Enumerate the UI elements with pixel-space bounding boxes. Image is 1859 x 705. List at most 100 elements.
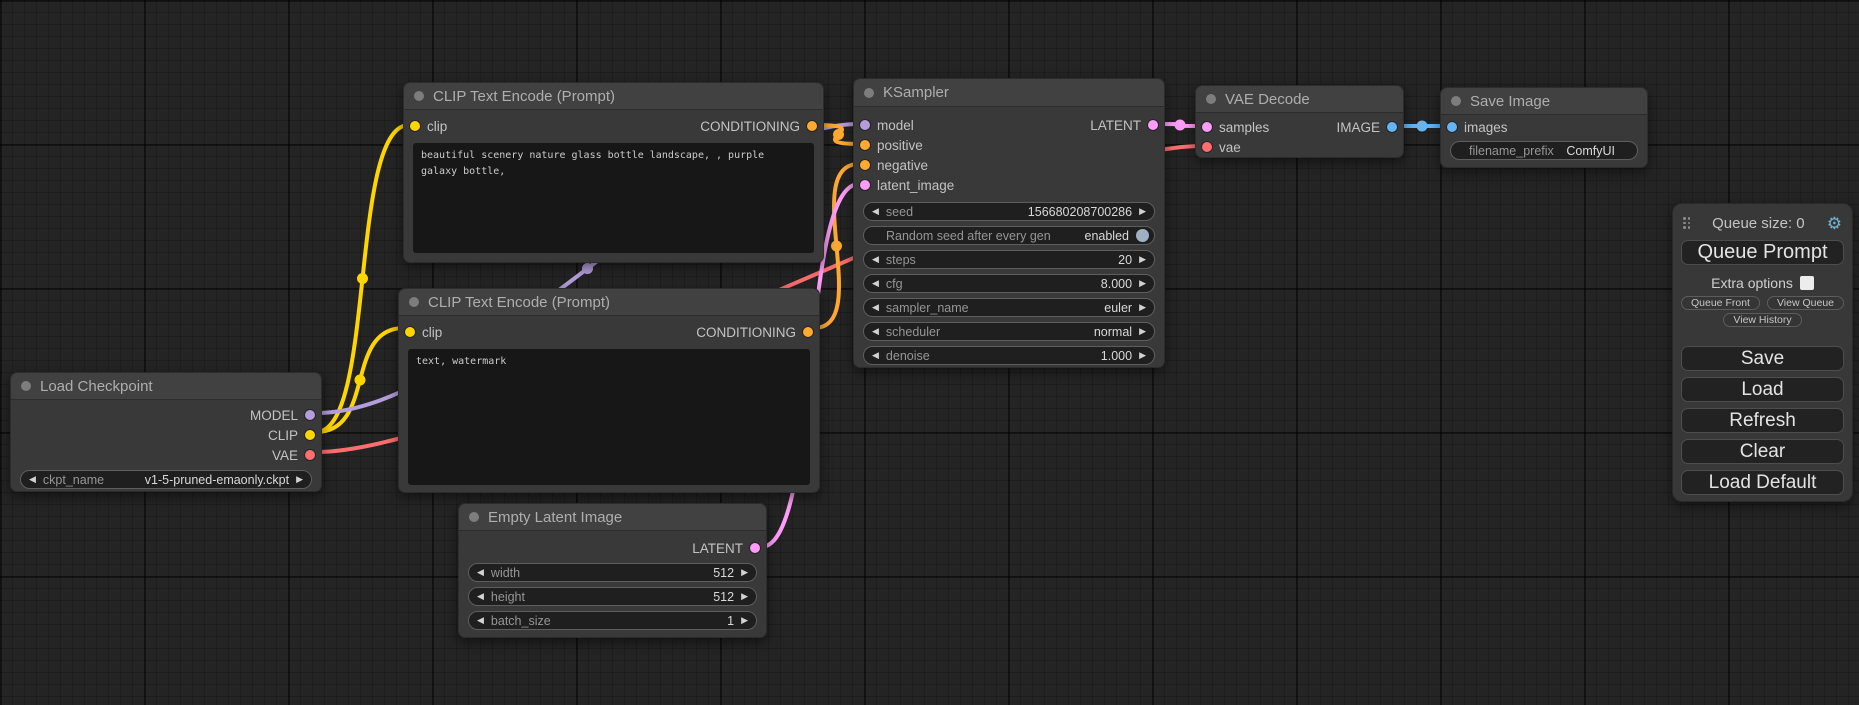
right-arrow-icon[interactable]: ▶ <box>296 475 303 484</box>
view-history-button[interactable]: View History <box>1723 313 1801 327</box>
latent-output-slot[interactable] <box>750 543 760 553</box>
clip-input-slot[interactable] <box>405 327 415 337</box>
left-arrow-icon[interactable]: ◀ <box>872 303 879 312</box>
negative-input-slot[interactable] <box>860 160 870 170</box>
node-title-bar[interactable]: Empty Latent Image <box>459 504 766 531</box>
input-slot-label: samples <box>1219 120 1269 135</box>
widget-label: ckpt_name <box>43 473 104 487</box>
widget-width[interactable]: ◀ width 512 ▶ <box>468 563 757 582</box>
left-arrow-icon[interactable]: ◀ <box>872 351 879 360</box>
node-clip-text-encode-negative[interactable]: CLIP Text Encode (Prompt) clip CONDITION… <box>398 288 820 493</box>
left-arrow-icon[interactable]: ◀ <box>477 568 484 577</box>
left-arrow-icon[interactable]: ◀ <box>29 475 36 484</box>
right-arrow-icon[interactable]: ▶ <box>1139 327 1146 336</box>
widget-value: enabled <box>1085 229 1130 243</box>
model-output-slot[interactable] <box>305 410 315 420</box>
widget-label: seed <box>886 205 913 219</box>
latent-image-input-slot[interactable] <box>860 180 870 190</box>
widget-steps[interactable]: ◀ steps 20 ▶ <box>863 250 1155 269</box>
toggle-knob-icon[interactable] <box>1136 229 1149 242</box>
conditioning-output-slot[interactable] <box>803 327 813 337</box>
node-clip-text-encode-positive[interactable]: CLIP Text Encode (Prompt) clip CONDITION… <box>403 82 824 263</box>
collapse-dot-icon[interactable] <box>864 88 874 98</box>
right-arrow-icon[interactable]: ▶ <box>1139 351 1146 360</box>
view-queue-button[interactable]: View Queue <box>1767 296 1844 310</box>
node-empty-latent-image[interactable]: Empty Latent Image LATENT ◀ width 512 ▶ … <box>458 503 767 638</box>
images-input-slot[interactable] <box>1447 122 1457 132</box>
node-title-bar[interactable]: Save Image <box>1441 88 1647 115</box>
right-arrow-icon[interactable]: ▶ <box>1139 207 1146 216</box>
left-arrow-icon[interactable]: ◀ <box>872 255 879 264</box>
input-slot-label: model <box>877 118 914 133</box>
widget-filename-prefix[interactable]: filename_prefix ComfyUI <box>1450 141 1638 160</box>
widget-seed[interactable]: ◀ seed 156680208700286 ▶ <box>863 202 1155 221</box>
queue-size-label: Queue size: 0 <box>1712 215 1805 232</box>
prompt-textarea[interactable]: beautiful scenery nature glass bottle la… <box>413 143 814 253</box>
widget-value: 512 <box>713 566 734 580</box>
drag-handle-icon[interactable] <box>1683 217 1690 229</box>
collapse-dot-icon[interactable] <box>1206 94 1216 104</box>
gear-icon[interactable]: ⚙ <box>1827 215 1842 232</box>
input-slot-label: positive <box>877 138 923 153</box>
load-button[interactable]: Load <box>1681 377 1844 402</box>
widget-cfg[interactable]: ◀ cfg 8.000 ▶ <box>863 274 1155 293</box>
node-save-image[interactable]: Save Image images filename_prefix ComfyU… <box>1440 87 1648 168</box>
queue-prompt-button[interactable]: Queue Prompt <box>1681 240 1844 265</box>
right-arrow-icon[interactable]: ▶ <box>1139 279 1146 288</box>
node-title-bar[interactable]: VAE Decode <box>1196 86 1403 113</box>
model-input-slot[interactable] <box>860 120 870 130</box>
collapse-dot-icon[interactable] <box>414 91 424 101</box>
input-slot-label: images <box>1464 120 1508 135</box>
left-arrow-icon[interactable]: ◀ <box>477 592 484 601</box>
collapse-dot-icon[interactable] <box>469 512 479 522</box>
node-title: KSampler <box>883 84 949 101</box>
clip-input-slot[interactable] <box>410 121 420 131</box>
image-output-slot[interactable] <box>1387 122 1397 132</box>
clip-output-slot[interactable] <box>305 430 315 440</box>
latent-output-slot[interactable] <box>1148 120 1158 130</box>
load-default-button[interactable]: Load Default <box>1681 470 1844 495</box>
right-arrow-icon[interactable]: ▶ <box>741 592 748 601</box>
collapse-dot-icon[interactable] <box>21 381 31 391</box>
input-slot-label: vae <box>1219 140 1241 155</box>
left-arrow-icon[interactable]: ◀ <box>477 616 484 625</box>
extra-options-checkbox[interactable] <box>1800 276 1814 290</box>
widget-random-seed-toggle[interactable]: Random seed after every gen enabled <box>863 226 1155 245</box>
node-title-bar[interactable]: CLIP Text Encode (Prompt) <box>404 83 823 110</box>
collapse-dot-icon[interactable] <box>1451 96 1461 106</box>
right-arrow-icon[interactable]: ▶ <box>741 616 748 625</box>
node-vae-decode[interactable]: VAE Decode samples vae IMAGE <box>1195 85 1404 158</box>
save-button[interactable]: Save <box>1681 346 1844 371</box>
collapse-dot-icon[interactable] <box>409 297 419 307</box>
positive-input-slot[interactable] <box>860 140 870 150</box>
clear-button[interactable]: Clear <box>1681 439 1844 464</box>
refresh-button[interactable]: Refresh <box>1681 408 1844 433</box>
widget-denoise[interactable]: ◀ denoise 1.000 ▶ <box>863 346 1155 365</box>
output-slot-label: VAE <box>272 448 298 463</box>
widget-value: euler <box>1104 301 1132 315</box>
node-ksampler[interactable]: KSampler model positive negative latent_… <box>853 78 1165 368</box>
widget-batch-size[interactable]: ◀ batch_size 1 ▶ <box>468 611 757 630</box>
widget-value: ComfyUI <box>1566 144 1629 158</box>
queue-front-button[interactable]: Queue Front <box>1681 296 1760 310</box>
conditioning-output-slot[interactable] <box>807 121 817 131</box>
widget-ckpt-name[interactable]: ◀ ckpt_name v1-5-pruned-emaonly.ckpt ▶ <box>20 470 312 489</box>
widget-scheduler[interactable]: ◀ scheduler normal ▶ <box>863 322 1155 341</box>
widget-height[interactable]: ◀ height 512 ▶ <box>468 587 757 606</box>
vae-input-slot[interactable] <box>1202 142 1212 152</box>
node-load-checkpoint[interactable]: Load Checkpoint MODEL CLIP VAE ◀ ckpt_na… <box>10 372 322 492</box>
right-arrow-icon[interactable]: ▶ <box>741 568 748 577</box>
prompt-textarea[interactable]: text, watermark <box>408 349 810 485</box>
node-title-bar[interactable]: CLIP Text Encode (Prompt) <box>399 289 819 316</box>
node-title-bar[interactable]: Load Checkpoint <box>11 373 321 400</box>
right-arrow-icon[interactable]: ▶ <box>1139 303 1146 312</box>
left-arrow-icon[interactable]: ◀ <box>872 327 879 336</box>
vae-output-slot[interactable] <box>305 450 315 460</box>
output-slot-label: LATENT <box>1090 118 1141 133</box>
widget-sampler-name[interactable]: ◀ sampler_name euler ▶ <box>863 298 1155 317</box>
left-arrow-icon[interactable]: ◀ <box>872 207 879 216</box>
node-title-bar[interactable]: KSampler <box>854 79 1164 107</box>
right-arrow-icon[interactable]: ▶ <box>1139 255 1146 264</box>
left-arrow-icon[interactable]: ◀ <box>872 279 879 288</box>
samples-input-slot[interactable] <box>1202 122 1212 132</box>
